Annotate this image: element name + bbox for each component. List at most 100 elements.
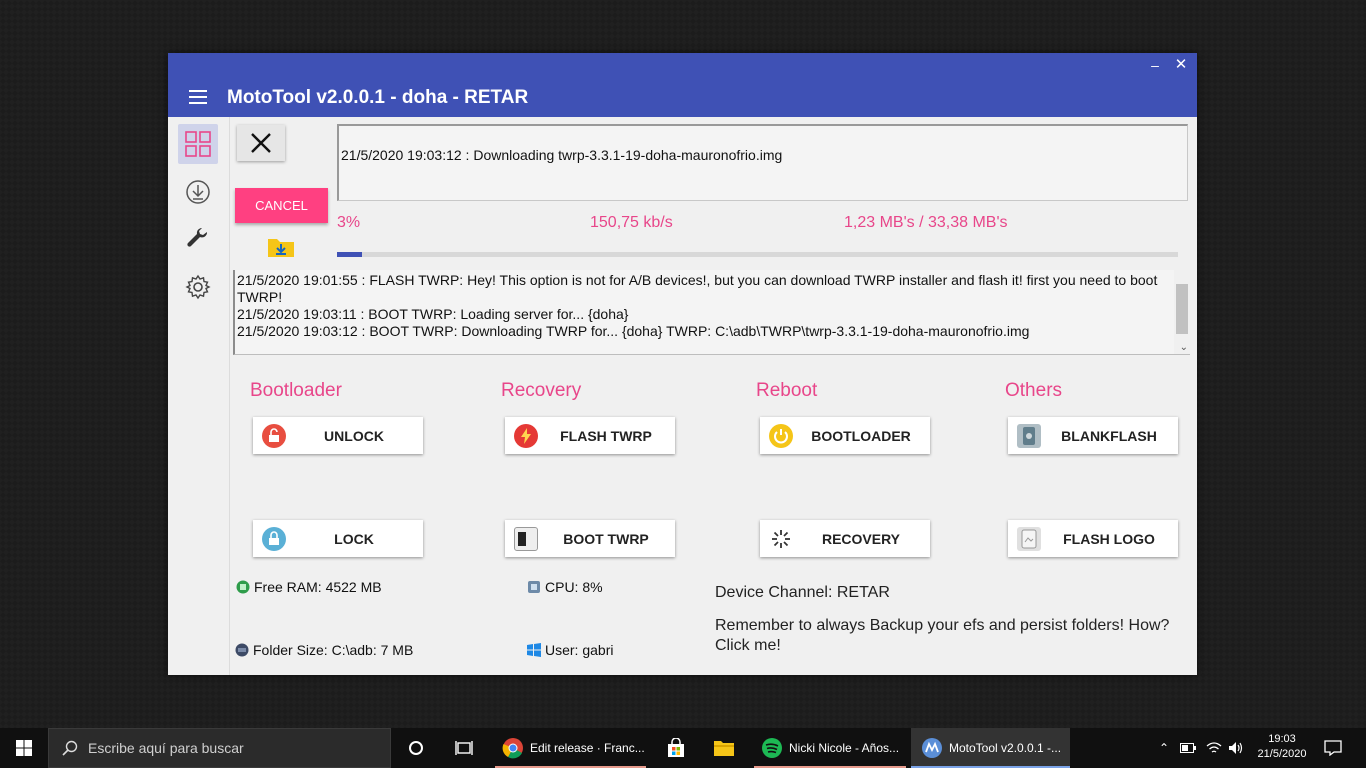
tray-overflow-button[interactable]: ⌃ bbox=[1155, 728, 1173, 768]
windows-logo-icon bbox=[527, 643, 541, 657]
taskbar-search-box[interactable]: Escribe aquí para buscar bbox=[48, 728, 391, 768]
reboot-recovery-label: RECOVERY bbox=[821, 531, 901, 547]
gear-icon bbox=[185, 274, 211, 300]
log-line: 21/5/2020 19:03:11 : BOOT TWRP: Loading … bbox=[237, 306, 629, 322]
sdcard-icon bbox=[1017, 424, 1041, 448]
sidebar bbox=[168, 117, 230, 675]
download-icon bbox=[186, 180, 210, 204]
search-icon bbox=[62, 740, 78, 756]
user-info: User: gabri bbox=[527, 642, 613, 658]
lock-icon bbox=[262, 527, 286, 551]
volume-button[interactable] bbox=[1226, 728, 1246, 768]
taskbar-app-label: Edit release · Franc... bbox=[530, 741, 645, 755]
close-download-button[interactable] bbox=[237, 125, 285, 161]
battery-button[interactable] bbox=[1178, 728, 1198, 768]
taskbar: Escribe aquí para buscar Edit release · … bbox=[0, 728, 1366, 768]
lock-button[interactable]: LOCK bbox=[253, 520, 423, 557]
cancel-button[interactable]: CANCEL bbox=[235, 188, 328, 223]
unlock-button[interactable]: UNLOCK bbox=[253, 417, 423, 454]
folder-size-info: Folder Size: C:\adb: 7 MB bbox=[235, 642, 413, 658]
log-box[interactable]: 21/5/2020 19:01:55 : FLASH TWRP: Hey! Th… bbox=[233, 270, 1190, 355]
wrench-icon bbox=[187, 227, 208, 247]
section-title-others: Others bbox=[1005, 380, 1063, 401]
folder-icon bbox=[714, 741, 734, 756]
spotify-icon bbox=[762, 738, 782, 758]
close-icon bbox=[251, 133, 271, 153]
download-speed: 150,75 kb/s bbox=[590, 214, 673, 231]
free-ram-text: Free RAM: 4522 MB bbox=[254, 579, 382, 595]
battery-icon bbox=[1180, 743, 1196, 753]
download-status-text: 21/5/2020 19:03:12 : Downloading twrp-3.… bbox=[341, 147, 783, 163]
file-explorer-button[interactable] bbox=[700, 728, 748, 768]
taskbar-app-label: Nicki Nicole - Años... bbox=[789, 741, 900, 755]
search-placeholder: Escribe aquí para buscar bbox=[88, 740, 244, 756]
section-title-recovery: Recovery bbox=[501, 380, 582, 401]
device-channel: Device Channel: RETAR bbox=[715, 584, 890, 601]
chevron-up-icon: ⌃ bbox=[1158, 741, 1170, 755]
cortana-circle-icon bbox=[409, 741, 423, 755]
start-button[interactable] bbox=[0, 728, 48, 768]
flash-logo-label: FLASH LOGO bbox=[1063, 531, 1155, 547]
app-window: – ✕ MotoTool v2.0.0.1 - doha - RETAR CAN… bbox=[168, 53, 1197, 675]
scroll-down-icon[interactable]: ⌄ bbox=[1180, 342, 1188, 353]
notifications-button[interactable] bbox=[1322, 728, 1344, 768]
chrome-icon bbox=[502, 738, 523, 759]
folder-size-text: Folder Size: C:\adb: 7 MB bbox=[253, 642, 414, 658]
download-progress-fill bbox=[337, 252, 363, 257]
notification-icon bbox=[1324, 740, 1342, 756]
log-lines: 21/5/2020 19:01:55 : FLASH TWRP: Hey! Th… bbox=[237, 272, 1167, 340]
title-bar: – ✕ MotoTool v2.0.0.1 - doha - RETAR bbox=[168, 53, 1197, 117]
cpu-info: CPU: 8% bbox=[527, 579, 603, 595]
taskbar-clock[interactable]: 19:03 21/5/2020 bbox=[1250, 732, 1314, 762]
sidebar-item-settings[interactable] bbox=[178, 267, 218, 307]
minimize-button[interactable]: – bbox=[1145, 57, 1165, 73]
blankflash-button[interactable]: BLANKFLASH bbox=[1008, 417, 1178, 454]
half-screen-icon bbox=[514, 527, 538, 551]
download-size: 1,23 MB's / 33,38 MB's bbox=[844, 214, 1008, 231]
boot-twrp-button[interactable]: BOOT TWRP bbox=[505, 520, 675, 557]
taskbar-app-mototool[interactable]: MotoTool v2.0.0.1 -... bbox=[911, 728, 1070, 768]
taskbar-app-spotify[interactable]: Nicki Nicole - Años... bbox=[754, 728, 906, 768]
sidebar-item-download[interactable] bbox=[178, 172, 218, 212]
taskbar-app-chrome[interactable]: Edit release · Franc... bbox=[495, 728, 646, 768]
wifi-icon bbox=[1206, 742, 1222, 753]
log-scrollbar-thumb[interactable] bbox=[1176, 284, 1188, 334]
reboot-recovery-button[interactable]: RECOVERY bbox=[760, 520, 930, 557]
close-window-button[interactable]: ✕ bbox=[1171, 57, 1191, 73]
download-progress-bar bbox=[337, 252, 1178, 257]
download-status-box: 21/5/2020 19:03:12 : Downloading twrp-3.… bbox=[337, 124, 1188, 201]
clock-date: 21/5/2020 bbox=[1257, 748, 1307, 760]
image-icon bbox=[1017, 527, 1041, 551]
cpu-text: CPU: 8% bbox=[545, 579, 603, 595]
log-line: 21/5/2020 19:01:55 : FLASH TWRP: Hey! Th… bbox=[237, 272, 1158, 305]
flash-twrp-button[interactable]: FLASH TWRP bbox=[505, 417, 675, 454]
open-folder-button[interactable] bbox=[267, 235, 295, 264]
blankflash-label: BLANKFLASH bbox=[1061, 428, 1157, 444]
store-button[interactable] bbox=[652, 728, 700, 768]
progress-percent: 3% bbox=[337, 214, 361, 231]
store-bag-icon bbox=[668, 738, 684, 757]
section-title-bootloader: Bootloader bbox=[250, 380, 342, 401]
task-view-icon bbox=[455, 741, 473, 755]
disk-icon bbox=[235, 643, 249, 657]
task-view-button[interactable] bbox=[440, 728, 488, 768]
user-text: User: gabri bbox=[545, 642, 614, 658]
hamburger-menu-icon[interactable] bbox=[189, 90, 207, 104]
lightning-icon bbox=[514, 424, 538, 448]
motorola-icon bbox=[922, 738, 942, 758]
folder-download-icon bbox=[268, 239, 294, 257]
flash-twrp-label: FLASH TWRP bbox=[560, 428, 652, 444]
sidebar-item-tools[interactable] bbox=[178, 219, 218, 259]
flash-logo-button[interactable]: FLASH LOGO bbox=[1008, 520, 1178, 557]
backup-reminder-link[interactable]: Remember to always Backup your efs and p… bbox=[715, 616, 1185, 656]
sidebar-item-dashboard[interactable] bbox=[178, 124, 218, 164]
log-scrollbar[interactable]: ⌄ bbox=[1174, 270, 1190, 354]
cortana-button[interactable] bbox=[392, 728, 440, 768]
reboot-bootloader-button[interactable]: BOOTLOADER bbox=[760, 417, 930, 454]
windows-start-icon bbox=[16, 740, 32, 756]
wifi-button[interactable] bbox=[1204, 728, 1224, 768]
power-icon bbox=[769, 424, 793, 448]
lock-label: LOCK bbox=[334, 531, 374, 547]
unlock-icon bbox=[262, 424, 286, 448]
unlock-label: UNLOCK bbox=[324, 428, 384, 444]
